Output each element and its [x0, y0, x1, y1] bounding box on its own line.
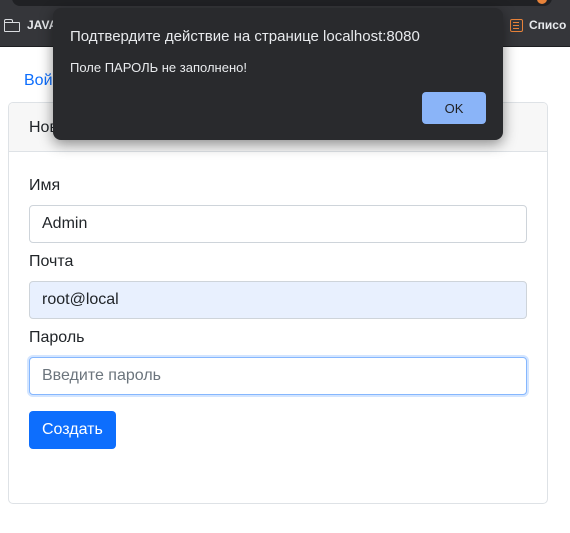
alert-dialog: Подтвердите действие на странице localho… — [53, 8, 503, 140]
dialog-title: Подтвердите действие на странице localho… — [70, 28, 420, 45]
password-input[interactable] — [29, 357, 527, 395]
address-bar[interactable] — [12, 0, 552, 6]
name-label: Имя — [29, 177, 61, 194]
password-label: Пароль — [29, 329, 85, 346]
user-form: Имя Почта Пароль Создать — [29, 177, 527, 449]
create-button[interactable]: Создать — [29, 411, 116, 449]
dialog-message: Поле ПАРОЛЬ не заполнено! — [70, 60, 247, 75]
email-label: Почта — [29, 253, 74, 270]
new-user-card: Нов Имя Почта Пароль Создать — [8, 102, 548, 504]
name-input[interactable] — [29, 205, 527, 243]
list-icon — [510, 18, 523, 32]
dialog-ok-button[interactable]: OK — [422, 92, 486, 124]
email-input[interactable] — [29, 281, 527, 319]
folder-icon — [4, 18, 21, 32]
bookmark-label: Списо — [529, 18, 567, 32]
bookmark-list[interactable]: Списо — [510, 18, 566, 32]
bookmark-java[interactable]: JAVA — [4, 18, 57, 32]
login-link[interactable]: Вой — [24, 72, 53, 90]
